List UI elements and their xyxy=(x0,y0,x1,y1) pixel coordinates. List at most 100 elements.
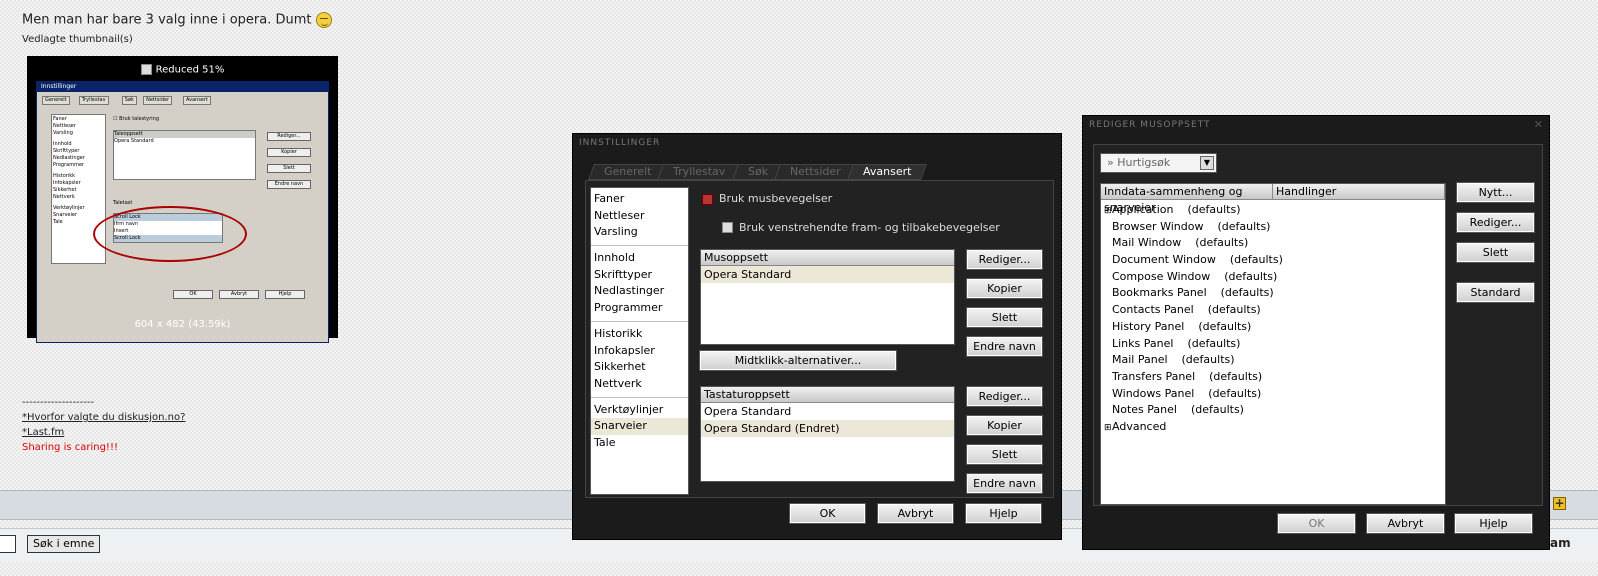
column-context[interactable]: Inndata-sammenheng og snarveier xyxy=(1101,184,1273,214)
sidebar-item[interactable]: Programmer xyxy=(591,300,688,317)
quicksearch-select[interactable]: » Hurtigsøk ▼ xyxy=(1100,153,1217,173)
table-row[interactable]: ⊞Advanced xyxy=(1101,419,1445,436)
mini-list-item: Nedlastinger xyxy=(53,155,85,161)
middle-click-options-button[interactable]: Midtklikk-alternativer... xyxy=(699,350,897,371)
left-handed-label: Bruk venstrehendte fram- og tilbakebeveg… xyxy=(739,221,1000,234)
chevron-down-icon[interactable]: ▼ xyxy=(1200,156,1214,170)
cut-off-text: am xyxy=(1550,536,1571,550)
sidebar-item[interactable]: Nettverk xyxy=(591,376,688,393)
settings-help-button[interactable]: Hjelp xyxy=(965,503,1042,524)
mini-list-item: Snarveier xyxy=(53,212,78,218)
thumbnail-caption: Reduced 51% xyxy=(27,64,338,76)
table-row[interactable]: Transfers Panel (defaults) xyxy=(1101,369,1445,386)
thumbnail-attachment[interactable]: Reduced 51% Innstillinger Generelt Trylle… xyxy=(27,56,338,343)
mini-checkbox: ☐ Bruk talestyring xyxy=(113,116,160,122)
table-row[interactable]: Bookmarks Panel (defaults) xyxy=(1101,285,1445,302)
sidebar-item[interactable]: Skrifttyper xyxy=(591,267,688,284)
sidebar-item[interactable]: Verktøylinjer xyxy=(591,402,688,419)
expand-icon[interactable]: ⊞ xyxy=(1104,203,1112,220)
post-text: Men man har bare 3 valg inne i opera. Du… xyxy=(22,12,332,28)
tree-item-tag: (defaults) xyxy=(1187,203,1241,216)
column-actions[interactable]: Handlinger xyxy=(1273,184,1445,199)
signature: -------------------- *Hvorfor valgte du … xyxy=(22,395,185,455)
tree-item-tag: (defaults) xyxy=(1224,269,1278,283)
tree-item-tag: (defaults) xyxy=(1190,403,1244,417)
keyboard-rename-button[interactable]: Endre navn xyxy=(966,473,1043,494)
sidebar-item[interactable]: Varsling xyxy=(591,224,688,241)
edit-mouse-help-button[interactable]: Hjelp xyxy=(1454,513,1533,534)
mouse-gestures-label: Bruk musbevegelser xyxy=(719,192,833,205)
sidebar-item[interactable]: Nedlastinger xyxy=(591,283,688,300)
table-row[interactable]: Browser Window (defaults) xyxy=(1101,219,1445,236)
mouse-gestures-checkbox[interactable] xyxy=(702,194,713,205)
edit-mouse-cancel-button[interactable]: Avbryt xyxy=(1366,513,1445,534)
keyboard-setup-list[interactable]: Tastaturoppsett Opera Standard Opera Stan… xyxy=(700,386,955,482)
edit-mouse-ok-button[interactable]: OK xyxy=(1277,513,1356,534)
tab-label: Avansert xyxy=(862,165,911,178)
search-topic-button[interactable]: Søk i emne xyxy=(27,535,101,553)
sidebar-item[interactable]: Faner xyxy=(591,191,688,208)
tree-item-tag: (defaults) xyxy=(1198,319,1252,333)
mouse-delete-button[interactable]: Slett xyxy=(966,307,1043,328)
table-row[interactable]: Compose Window (defaults) xyxy=(1101,269,1445,286)
tab-nettsider[interactable]: Nettsider xyxy=(773,164,857,180)
edit-mouse-edit-button[interactable]: Rediger... xyxy=(1456,212,1535,233)
signature-link-lastfm[interactable]: *Last.fm xyxy=(22,427,64,438)
sidebar-item[interactable]: Historikk xyxy=(591,326,688,343)
table-row[interactable]: Document Window (defaults) xyxy=(1101,252,1445,269)
expand-icon[interactable]: ⊞ xyxy=(1104,420,1112,437)
table-row[interactable]: Windows Panel (defaults) xyxy=(1101,386,1445,403)
mouse-edit-button[interactable]: Rediger... xyxy=(966,249,1043,270)
table-row[interactable]: ⊞Application (defaults) xyxy=(1101,202,1445,219)
edit-mouse-default-button[interactable]: Standard xyxy=(1456,282,1535,303)
left-handed-checkbox[interactable] xyxy=(722,222,733,233)
mouse-setup-header: Musoppsett xyxy=(701,250,954,266)
plus-icon[interactable]: + xyxy=(1553,497,1566,510)
table-row[interactable]: Contacts Panel (defaults) xyxy=(1101,302,1445,319)
table-row[interactable]: Mail Window (defaults) xyxy=(1101,235,1445,252)
mouse-copy-button[interactable]: Kopier xyxy=(966,278,1043,299)
edit-mouse-dialog: REDIGER MUSOPPSETT ✕ » Hurtigsøk ▼ Innda… xyxy=(1082,115,1550,550)
attachments-label: Vedlagte thumbnail(s) xyxy=(22,34,133,45)
close-icon[interactable]: ✕ xyxy=(1534,118,1543,131)
mini-bottom-button: Avbryt xyxy=(219,290,259,299)
table-row[interactable]: Notes Panel (defaults) xyxy=(1101,402,1445,419)
table-row[interactable]: Mail Panel (defaults) xyxy=(1101,352,1445,369)
emoji-icon xyxy=(315,12,332,28)
sidebar-item[interactable]: Innhold xyxy=(591,250,688,267)
edit-mouse-delete-button[interactable]: Slett xyxy=(1456,242,1535,263)
edit-mouse-new-button[interactable]: Nytt... xyxy=(1456,182,1535,203)
sidebar-separator xyxy=(591,320,688,322)
sidebar-item[interactable]: Sikkerhet xyxy=(591,359,688,376)
post-body: Men man har bare 3 valg inne i opera. Du… xyxy=(22,12,312,28)
signature-link-diskusjon[interactable]: *Hvorfor valgte du diskusjon.no? xyxy=(22,412,185,423)
keyboard-edit-button[interactable]: Rediger... xyxy=(966,386,1043,407)
tree-item-tag: (defaults) xyxy=(1217,219,1271,233)
table-row[interactable]: History Panel (defaults) xyxy=(1101,319,1445,336)
list-item[interactable]: Opera Standard (Endret) xyxy=(701,420,954,437)
mouse-shortcut-tree[interactable]: Inndata-sammenheng og snarveier Handling… xyxy=(1100,183,1446,505)
tree-item-name: Browser Window xyxy=(1112,219,1204,233)
search-input[interactable] xyxy=(0,535,16,553)
settings-ok-button[interactable]: OK xyxy=(789,503,866,524)
sidebar-item[interactable]: Nettleser xyxy=(591,208,688,225)
tab-generelt[interactable]: Generelt xyxy=(588,164,668,180)
list-item[interactable]: Opera Standard xyxy=(701,403,954,420)
mini-list-item: Sikkerhet xyxy=(53,187,77,193)
tree-item-tag: (defaults) xyxy=(1195,236,1249,250)
tab-tryllestav[interactable]: Tryllestav xyxy=(657,164,742,180)
sidebar-item[interactable]: Infokapsler xyxy=(591,343,688,360)
settings-tabs: Generelt Tryllestav Søk Nettsider Avansert xyxy=(588,164,927,180)
keyboard-copy-button[interactable]: Kopier xyxy=(966,415,1043,436)
settings-cancel-button[interactable]: Avbryt xyxy=(877,503,954,524)
mouse-rename-button[interactable]: Endre navn xyxy=(966,336,1043,357)
sidebar-item[interactable]: Tale xyxy=(591,435,688,452)
keyboard-delete-button[interactable]: Slett xyxy=(966,444,1043,465)
table-row[interactable]: Links Panel (defaults) xyxy=(1101,336,1445,353)
tree-item-name: Mail Window xyxy=(1112,236,1182,250)
sidebar-item[interactable]: Snarveier xyxy=(591,418,688,435)
list-item[interactable]: Opera Standard xyxy=(701,266,954,283)
tab-avansert[interactable]: Avansert xyxy=(846,164,927,180)
mouse-setup-list[interactable]: Musoppsett Opera Standard xyxy=(700,249,955,345)
mini-key-label: Taletast xyxy=(113,200,133,206)
